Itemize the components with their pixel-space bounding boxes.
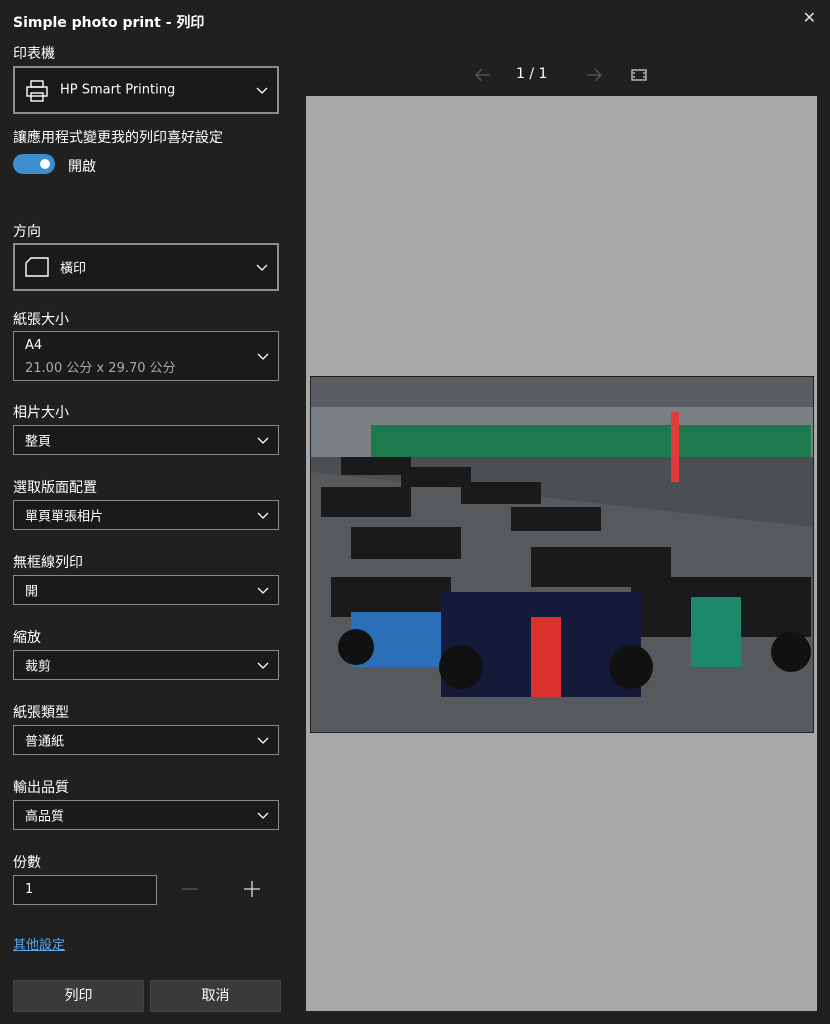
orientation-label: 方向 [13, 224, 41, 240]
borderless-select[interactable]: 開 [13, 575, 279, 605]
photo-size-value: 整頁 [25, 434, 52, 450]
layout-value: 單頁單張相片 [25, 509, 104, 525]
chevron-down-icon [256, 508, 270, 522]
app-pref-label: 讓應用程式變更我的列印喜好設定 [13, 130, 223, 146]
paper-type-label: 紙張類型 [13, 705, 69, 721]
quality-label: 輸出品質 [13, 780, 69, 796]
preview-photo [310, 376, 814, 733]
scale-label: 縮放 [13, 630, 41, 646]
print-button[interactable]: 列印 [13, 980, 144, 1012]
orientation-select[interactable]: 橫印 [13, 243, 279, 291]
layout-label: 選取版面配置 [13, 480, 97, 496]
paper-size-label: 紙張大小 [13, 312, 69, 328]
printer-label: 印表機 [13, 46, 55, 62]
borderless-value: 開 [25, 584, 39, 600]
quality-select[interactable]: 高品質 [13, 800, 279, 830]
chevron-down-icon [255, 260, 269, 274]
app-pref-toggle-label: 開啟 [68, 159, 96, 175]
orientation-value: 橫印 [60, 261, 87, 277]
chevron-down-icon [256, 583, 270, 597]
scale-value: 裁剪 [25, 659, 52, 675]
chevron-down-icon [255, 83, 269, 97]
page-indicator: 1 / 1 [516, 66, 548, 82]
window-title: Simple photo print - 列印 [13, 15, 205, 31]
chevron-down-icon [256, 658, 270, 672]
copies-value: 1 [25, 882, 34, 897]
plus-icon[interactable] [243, 880, 261, 898]
print-preview-page [306, 96, 817, 1011]
printer-select[interactable]: HP Smart Printing [13, 66, 279, 114]
paper-size-detail: 21.00 公分 x 29.70 公分 [25, 361, 176, 376]
borderless-label: 無框線列印 [13, 555, 83, 571]
fit-to-window-icon[interactable] [630, 66, 648, 84]
chevron-down-icon [256, 808, 270, 822]
previous-page-icon[interactable] [474, 66, 492, 84]
copies-input[interactable]: 1 [13, 875, 157, 905]
chevron-down-icon [256, 433, 270, 447]
paper-type-value: 普通紙 [25, 734, 65, 750]
paper-size-value: A4 [25, 338, 43, 353]
page-orientation-icon [25, 257, 49, 277]
more-settings-link[interactable]: 其他設定 [13, 934, 65, 953]
app-pref-toggle[interactable] [13, 154, 55, 174]
paper-size-select[interactable]: A4 21.00 公分 x 29.70 公分 [13, 331, 279, 381]
photo-size-select[interactable]: 整頁 [13, 425, 279, 455]
photo-size-label: 相片大小 [13, 405, 69, 421]
minus-icon[interactable] [181, 880, 199, 898]
next-page-icon[interactable] [585, 66, 603, 84]
quality-value: 高品質 [25, 809, 65, 825]
close-icon[interactable]: ✕ [803, 8, 816, 27]
printer-icon [25, 79, 49, 103]
chevron-down-icon [256, 733, 270, 747]
cancel-button[interactable]: 取消 [150, 980, 281, 1012]
chevron-down-icon [256, 349, 270, 363]
printer-value: HP Smart Printing [60, 82, 176, 98]
copies-label: 份數 [13, 855, 41, 871]
scale-select[interactable]: 裁剪 [13, 650, 279, 680]
layout-select[interactable]: 單頁單張相片 [13, 500, 279, 530]
paper-type-select[interactable]: 普通紙 [13, 725, 279, 755]
